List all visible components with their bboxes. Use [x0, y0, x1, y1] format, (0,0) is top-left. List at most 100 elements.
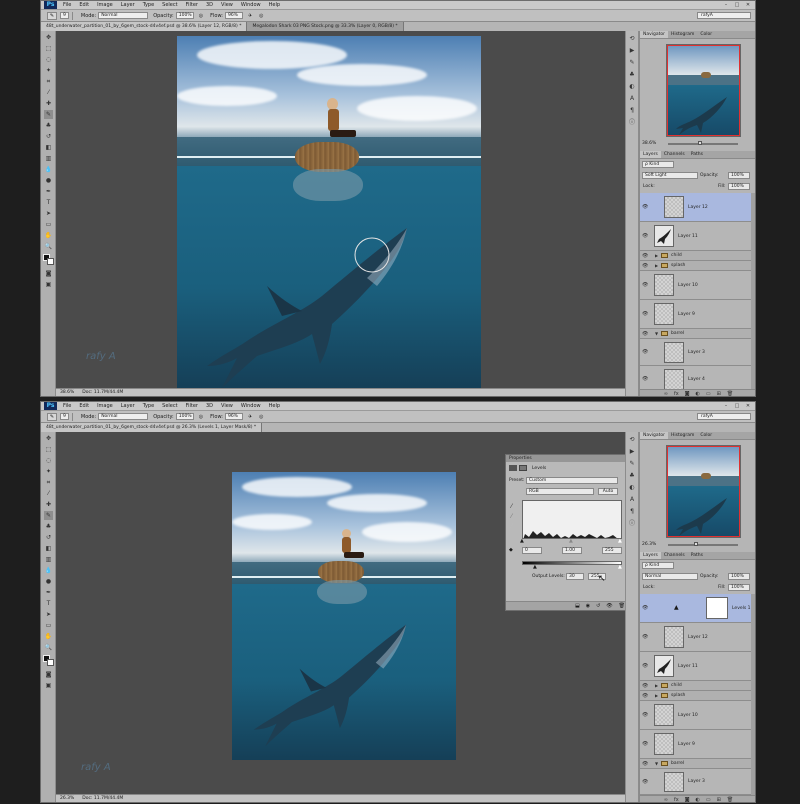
new-layer-icon[interactable]: ⊞ [717, 391, 721, 396]
brush-panel-icon[interactable]: ✎ [628, 59, 636, 67]
pen-tool-icon[interactable]: ✒ [44, 588, 53, 597]
layer-group-row[interactable]: 👁 ▶ child [640, 251, 751, 261]
flow-field[interactable]: 96% [224, 413, 243, 420]
channel-select[interactable]: RGB [526, 488, 594, 495]
black-point-eyedropper-icon[interactable]: ⁄ [511, 503, 512, 510]
pressure-size-icon[interactable]: ◎ [259, 414, 263, 420]
eye-icon[interactable]: 👁 [642, 349, 648, 355]
healing-tool-icon[interactable]: ✚ [44, 500, 53, 509]
zoom-tool-icon[interactable]: 🔍 [44, 242, 53, 251]
brush-tool-icon[interactable]: ✎ [44, 511, 53, 520]
tab-layers[interactable]: Layers [640, 552, 661, 559]
layer-group-row[interactable]: 👁 ▶ splash [640, 261, 751, 271]
document-tab-active[interactable]: 48t_underwater_partition_01_by_6gem_stoc… [41, 22, 248, 31]
flow-field[interactable]: 96% [224, 12, 243, 19]
navigator-zoom[interactable]: 38.6% [642, 140, 656, 147]
minimize-button[interactable]: – [722, 2, 730, 8]
eye-icon[interactable]: 👁 [642, 376, 648, 382]
document-tab[interactable]: Megalodon Shark 03 PNG Stock.png @ 33.3%… [247, 22, 404, 31]
quick-mask-icon[interactable]: ◙ [44, 269, 53, 278]
eye-icon[interactable]: 👁 [642, 761, 648, 767]
navigator-thumbnail[interactable] [666, 44, 741, 137]
dodge-tool-icon[interactable]: ● [44, 577, 53, 586]
layer-row[interactable]: 👁 Layer 10 [640, 271, 751, 300]
brush-panel-icon[interactable]: ✎ [628, 460, 636, 468]
auto-button[interactable]: Auto [598, 488, 618, 495]
clipping-icon[interactable]: ◆ [509, 547, 513, 553]
eye-icon[interactable]: 👁 [642, 282, 648, 288]
input-white-field[interactable]: 255 [602, 547, 622, 554]
tab-navigator[interactable]: Navigator [640, 432, 669, 439]
layer-name[interactable]: Layer 11 [678, 664, 698, 669]
add-mask-icon[interactable]: ◙ [685, 391, 690, 396]
workspace-select[interactable]: rafyA [697, 413, 751, 420]
layer-name[interactable]: Levels 1 [732, 606, 751, 611]
airbrush-icon[interactable]: ✈ [248, 13, 252, 19]
close-button[interactable]: ✕ [744, 2, 752, 8]
layer-fill-field[interactable]: 100% [728, 183, 750, 190]
history-brush-tool-icon[interactable]: ↺ [44, 132, 53, 141]
layer-row[interactable]: 👁 Layer 3 [640, 769, 751, 795]
new-group-icon[interactable]: ▭ [706, 797, 711, 802]
tab-histogram[interactable]: Histogram [668, 31, 697, 38]
adjustments-icon[interactable]: ◐ [628, 83, 636, 91]
layer-opacity-field[interactable]: 100% [728, 172, 750, 179]
screen-mode-icon[interactable]: ▣ [44, 280, 53, 289]
navigator-thumbnail[interactable] [666, 445, 741, 538]
expand-arrow-icon[interactable]: ▶ [655, 253, 658, 258]
gradient-tool-icon[interactable]: ▥ [44, 555, 53, 564]
menu-file[interactable]: File [63, 2, 71, 8]
visibility-icon[interactable]: 👁 [606, 603, 612, 609]
blend-mode-select[interactable]: Soft Light [642, 172, 698, 179]
layer-name[interactable]: Layer 9 [678, 312, 695, 317]
tab-color[interactable]: Color [697, 432, 715, 439]
expand-arrow-icon[interactable]: ▶ [655, 693, 658, 698]
healing-tool-icon[interactable]: ✚ [44, 99, 53, 108]
dodge-tool-icon[interactable]: ● [44, 176, 53, 185]
blur-tool-icon[interactable]: 💧 [44, 566, 53, 575]
eraser-tool-icon[interactable]: ◧ [44, 544, 53, 553]
layer-filter-kind[interactable]: ρ Kind [642, 562, 674, 569]
menu-help[interactable]: Help [269, 403, 280, 409]
input-black-slider[interactable]: ▲ [520, 539, 524, 544]
clone-source-icon[interactable]: ♣ [628, 71, 636, 79]
tab-channels[interactable]: Channels [661, 151, 688, 158]
navigator-zoom[interactable]: 26.3% [642, 541, 656, 548]
zoom-tool-icon[interactable]: 🔍 [44, 643, 53, 652]
brush-preset-icon[interactable]: ✎ [47, 11, 57, 20]
menu-window[interactable]: Window [241, 403, 261, 409]
eye-icon[interactable]: 👁 [642, 605, 648, 611]
minimize-button[interactable]: – [722, 403, 730, 409]
color-swatches[interactable] [43, 254, 55, 266]
link-layers-icon[interactable]: ∞ [664, 797, 668, 802]
pressure-opacity-icon[interactable]: ◎ [199, 414, 203, 420]
eye-icon[interactable]: 👁 [642, 663, 648, 669]
layer-group-row[interactable]: 👁 ▼ barrel [640, 329, 751, 339]
menu-window[interactable]: Window [241, 2, 261, 8]
collapse-arrow-icon[interactable]: ▼ [655, 331, 658, 336]
tab-navigator[interactable]: Navigator [640, 31, 669, 38]
eye-icon[interactable]: 👁 [642, 331, 648, 337]
reset-icon[interactable]: ↺ [596, 603, 600, 609]
layer-row[interactable]: 👁 Layer 11 [640, 222, 751, 251]
actions-icon[interactable]: ▶ [628, 448, 636, 456]
menu-layer[interactable]: Layer [121, 2, 135, 8]
blur-tool-icon[interactable]: 💧 [44, 165, 53, 174]
screen-mode-icon[interactable]: ▣ [44, 681, 53, 690]
eye-icon[interactable]: 👁 [642, 683, 648, 689]
menu-help[interactable]: Help [269, 2, 280, 8]
info-icon[interactable]: ⓘ [628, 119, 636, 127]
input-gray-slider[interactable]: ▲ [569, 539, 573, 544]
white-point-eyedropper-icon[interactable]: ⁄ [511, 523, 512, 530]
layer-name[interactable]: barrel [671, 331, 684, 336]
hand-tool-icon[interactable]: ✋ [44, 231, 53, 240]
background-color[interactable] [47, 258, 54, 265]
pen-tool-icon[interactable]: ✒ [44, 187, 53, 196]
clone-stamp-tool-icon[interactable]: ♣ [44, 121, 53, 130]
layer-name[interactable]: Layer 11 [678, 234, 698, 239]
lasso-tool-icon[interactable]: ◌ [44, 55, 53, 64]
layer-group-row[interactable]: 👁 ▶ child [640, 681, 751, 691]
quick-select-tool-icon[interactable]: ✦ [44, 467, 53, 476]
menu-edit[interactable]: Edit [79, 2, 89, 8]
layer-row[interactable]: 👁 Layer 12 [640, 623, 751, 652]
